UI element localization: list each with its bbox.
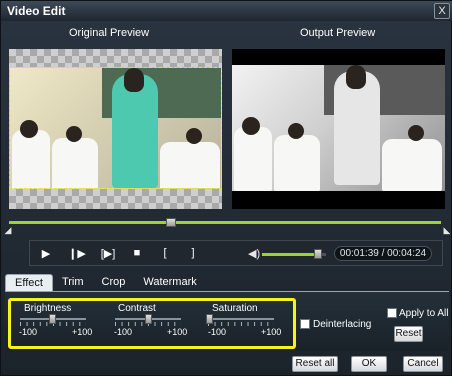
saturation-ticks [208, 322, 274, 326]
stop-icon: ■ [133, 247, 141, 259]
tab-watermark[interactable]: Watermark [134, 274, 205, 291]
student-head [186, 128, 202, 144]
apply-to-all-label: Apply to All [399, 308, 449, 319]
snapshot-button[interactable]: [▶] [98, 243, 118, 263]
saturation-thumb[interactable] [206, 314, 213, 324]
brightness-thumb[interactable] [49, 314, 56, 324]
set-end-button[interactable]: ] [183, 243, 203, 263]
play-icon: ▶ [41, 247, 51, 260]
brightness-min-label: -100 [19, 327, 38, 337]
play-button[interactable]: ▶ [36, 243, 56, 263]
reset-all-button[interactable]: Reset all [292, 356, 338, 372]
saturation-slider[interactable] [208, 318, 274, 320]
timeline-thumb[interactable] [166, 218, 176, 227]
original-video-frame [9, 67, 222, 189]
contrast-max-label: +100 [167, 327, 188, 337]
apply-to-all-checkbox[interactable] [387, 308, 397, 318]
reset-button[interactable]: Reset [394, 326, 423, 342]
timeline-slider[interactable] [9, 221, 441, 224]
saturation-label: Saturation [212, 303, 258, 314]
snapshot-icon: [▶] [100, 247, 116, 260]
student-figure [12, 130, 50, 188]
student-figure [160, 142, 220, 188]
next-frame-button[interactable]: ❙▶ [67, 243, 87, 263]
output-video-frame [232, 65, 445, 191]
saturation-min-label: -100 [208, 327, 227, 337]
student-figure [52, 138, 98, 188]
student-head [408, 125, 424, 141]
deinterlacing-checkbox[interactable] [300, 319, 310, 329]
tab-effect[interactable]: Effect [5, 274, 53, 291]
tab-trim[interactable]: Trim [53, 274, 93, 291]
student-head [66, 126, 82, 142]
brightness-max-label: +100 [72, 327, 93, 337]
output-preview-label: Output Preview [300, 27, 376, 39]
volume-icon[interactable]: ◀) [248, 247, 260, 260]
next-frame-icon: ❙▶ [68, 247, 86, 260]
ok-button[interactable]: OK [351, 356, 387, 372]
cancel-button[interactable]: Cancel [403, 356, 443, 372]
contrast-label: Contrast [118, 303, 156, 314]
trim-end-marker-icon[interactable]: ◣ [442, 225, 452, 235]
original-preview [9, 49, 222, 209]
student-head [242, 117, 260, 135]
contrast-min-label: -100 [114, 327, 133, 337]
close-icon: X [438, 5, 446, 17]
saturation-max-label: +100 [261, 327, 282, 337]
time-display: 00:01:39 / 00:04:24 [334, 246, 432, 261]
close-button[interactable]: X [434, 3, 450, 19]
window-title: Video Edit [7, 4, 66, 18]
student-head [20, 120, 38, 138]
edit-tabs: Effect Trim Crop Watermark [5, 274, 206, 291]
deinterlacing-label: Deinterlacing [313, 319, 372, 330]
student-figure [382, 139, 442, 191]
output-preview [232, 49, 445, 209]
title-bar: Video Edit X [1, 1, 452, 21]
tab-crop[interactable]: Crop [93, 274, 135, 291]
student-figure [274, 135, 320, 191]
volume-thumb[interactable] [314, 249, 322, 259]
stop-button[interactable]: ■ [127, 243, 147, 263]
trim-start-marker-icon[interactable]: ◢ [3, 225, 13, 235]
contrast-thumb[interactable] [145, 314, 152, 324]
teacher-head [124, 68, 144, 92]
brightness-label: Brightness [24, 303, 72, 314]
set-end-icon: ] [191, 247, 195, 259]
student-head [288, 123, 304, 139]
set-start-icon: [ [163, 247, 167, 259]
original-preview-label: Original Preview [69, 27, 150, 39]
student-figure [234, 127, 272, 191]
set-start-button[interactable]: [ [155, 243, 175, 263]
teacher-head [346, 65, 366, 89]
video-edit-window: Video Edit X Original Preview Output Pre… [0, 0, 452, 376]
